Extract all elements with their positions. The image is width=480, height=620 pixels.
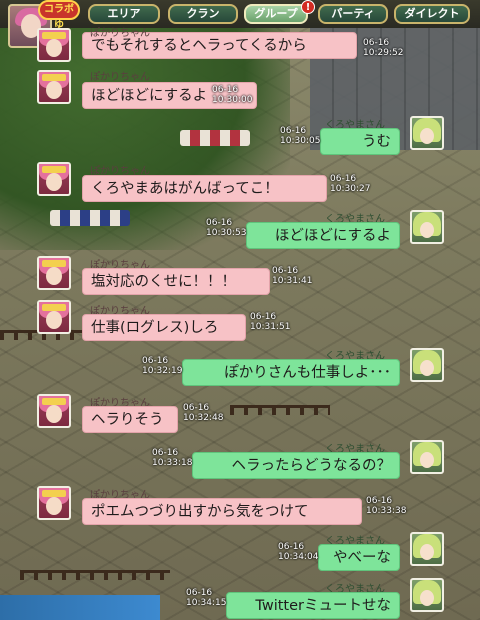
message-text: Twitterミュートせな bbox=[255, 598, 391, 614]
sender-avatar[interactable] bbox=[410, 578, 444, 612]
message-text: ポエムつづり出すから気をつけて bbox=[91, 504, 309, 520]
message-timestamp: 06-16 10:30:53 bbox=[206, 218, 247, 238]
sender-avatar[interactable] bbox=[410, 116, 444, 150]
sender-avatar[interactable] bbox=[37, 162, 71, 196]
sender-avatar[interactable] bbox=[410, 348, 444, 382]
message-timestamp: 06-16 10:34:15 bbox=[186, 588, 227, 608]
message-timestamp: 06-16 10:33:18 bbox=[152, 448, 193, 468]
sender-name: ぽかりちゃん bbox=[90, 28, 150, 39]
message-text: でもそれするとヘラってくるから bbox=[91, 38, 307, 54]
sender-avatar[interactable] bbox=[37, 394, 71, 428]
sender-avatar[interactable] bbox=[410, 210, 444, 244]
message-text: 塩対応のくせに！！！ bbox=[91, 274, 236, 290]
message-timestamp: 06-16 10:33:38 bbox=[366, 496, 407, 516]
sender-avatar[interactable] bbox=[37, 256, 71, 290]
message-text: 仕事(ログレス)しろ bbox=[91, 320, 219, 336]
message-bubble: Twitterミュートせな bbox=[226, 592, 400, 619]
sender-avatar[interactable] bbox=[37, 28, 71, 62]
message-text: ぽかりさんも仕事しよ･･･ bbox=[224, 365, 391, 381]
message-timestamp: 06-16 10:32:48 bbox=[183, 403, 224, 423]
message-bubble: うむ bbox=[320, 128, 400, 155]
sender-avatar[interactable] bbox=[37, 70, 71, 104]
message-timestamp: 06-16 10:34:04 bbox=[278, 542, 319, 562]
message-timestamp: 06-16 10:30:00 bbox=[212, 85, 253, 105]
sender-avatar[interactable] bbox=[37, 300, 71, 334]
chat-log: でもそれするとヘラってくるから ぽかりちゃん 06-16 10:29:52 ぽかり… bbox=[0, 0, 480, 620]
message-timestamp: 06-16 10:32:19 bbox=[142, 356, 183, 376]
message-bubble: くろやまあはがんばってこ！ bbox=[82, 175, 327, 202]
message-bubble: ぽかりさんも仕事しよ･･･ bbox=[182, 359, 400, 386]
message-bubble: ヘラったらどうなるの？ bbox=[192, 452, 400, 479]
sender-name: ぽかりちゃん bbox=[90, 72, 150, 83]
message-bubble: ヘラりそう bbox=[82, 406, 178, 433]
message-bubble: ほどほどにするよ bbox=[246, 222, 400, 249]
message-bubble: ポエムつづり出すから気をつけて bbox=[82, 498, 362, 525]
message-text: うむ bbox=[362, 134, 391, 150]
message-timestamp: 06-16 10:31:51 bbox=[250, 312, 291, 332]
message-timestamp: 06-16 10:31:41 bbox=[272, 266, 313, 286]
message-timestamp: 06-16 10:30:05 bbox=[280, 126, 321, 146]
message-bubble: 塩対応のくせに！！！ bbox=[82, 268, 270, 295]
message-bubble: やべーな bbox=[318, 544, 400, 571]
message-text: やべーな bbox=[333, 550, 391, 566]
message-text: ヘラったらどうなるの？ bbox=[231, 458, 392, 474]
message-text: くろやまあはがんばってこ！ bbox=[91, 181, 279, 197]
message-timestamp: 06-16 10:30:27 bbox=[330, 174, 371, 194]
message-text: ほどほどにするよ bbox=[91, 88, 208, 104]
sender-avatar[interactable] bbox=[410, 532, 444, 566]
message-text: ヘラりそう bbox=[91, 412, 164, 428]
message-text: ほどほどにするよ bbox=[274, 228, 391, 244]
sender-avatar[interactable] bbox=[410, 440, 444, 474]
message-timestamp: 06-16 10:29:52 bbox=[363, 38, 404, 58]
sender-avatar[interactable] bbox=[37, 486, 71, 520]
message-bubble: 仕事(ログレス)しろ bbox=[82, 314, 246, 341]
